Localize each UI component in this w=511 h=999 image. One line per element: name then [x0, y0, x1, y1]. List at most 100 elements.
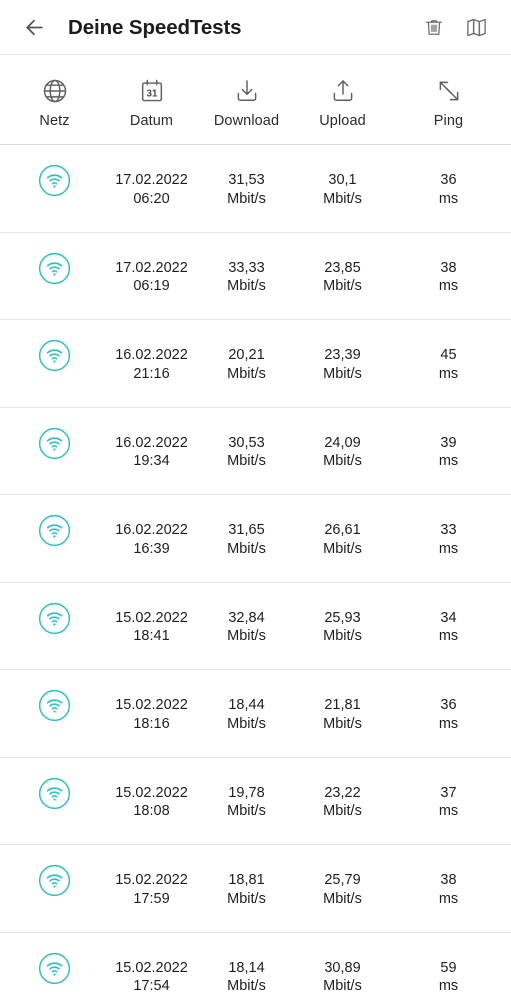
cell-upload: 23,39 Mbit/s — [299, 320, 386, 383]
row-download-unit: Mbit/s — [227, 190, 266, 207]
row-upload-unit: Mbit/s — [323, 803, 362, 820]
cell-network — [0, 145, 109, 197]
cell-download: 33,33 Mbit/s — [194, 233, 299, 296]
cell-upload: 30,1 Mbit/s — [299, 145, 386, 208]
row-download-unit: Mbit/s — [227, 278, 266, 295]
table-row[interactable]: 15.02.2022 18:16 18,44 Mbit/s 21,81 Mbit… — [0, 670, 511, 758]
row-upload-value: 23,39 — [324, 347, 361, 363]
map-button[interactable] — [455, 7, 497, 49]
row-upload-value: 26,61 — [324, 522, 361, 538]
cell-ping: 33 ms — [386, 495, 511, 558]
row-download-value: 30,53 — [228, 434, 265, 451]
column-label-download: Download — [213, 113, 280, 129]
row-download-unit: Mbit/s — [227, 628, 266, 645]
row-ping-unit: ms — [438, 890, 459, 907]
row-upload-unit: Mbit/s — [323, 365, 362, 382]
row-date: 16.02.2022 — [115, 434, 188, 451]
table-row[interactable]: 15.02.2022 17:54 18,14 Mbit/s 30,89 Mbit… — [0, 932, 511, 999]
row-ping-value: 39 — [440, 434, 457, 451]
column-header-upload[interactable]: Upload — [299, 55, 386, 145]
delete-button[interactable] — [413, 7, 455, 49]
wifi-icon — [38, 164, 71, 197]
wifi-icon — [38, 339, 71, 372]
cell-ping: 37 ms — [386, 758, 511, 821]
row-ping-value: 45 — [440, 347, 457, 363]
row-download-unit: Mbit/s — [227, 365, 266, 382]
row-download-value: 18,14 — [228, 959, 265, 976]
table-row[interactable]: 15.02.2022 18:08 19,78 Mbit/s 23,22 Mbit… — [0, 757, 511, 845]
table-row[interactable]: 17.02.2022 06:20 31,53 Mbit/s 30,1 Mbit/… — [0, 145, 511, 233]
row-download-value: 18,44 — [228, 697, 265, 713]
download-icon — [233, 75, 261, 105]
ping-arrows-icon — [435, 75, 463, 105]
wifi-icon — [38, 427, 71, 460]
column-header-download[interactable]: Download — [194, 55, 299, 145]
row-ping-value: 37 — [440, 784, 457, 801]
row-ping-unit: ms — [438, 190, 459, 207]
cell-date: 15.02.2022 17:59 — [109, 845, 194, 908]
cell-network — [0, 845, 109, 897]
table-row[interactable]: 16.02.2022 16:39 31,65 Mbit/s 26,61 Mbit… — [0, 495, 511, 583]
cell-ping: 36 ms — [386, 145, 511, 208]
row-upload-unit: Mbit/s — [323, 190, 362, 207]
row-upload-unit: Mbit/s — [323, 715, 362, 732]
table-row[interactable]: 16.02.2022 21:16 20,21 Mbit/s 23,39 Mbit… — [0, 320, 511, 408]
cell-upload: 25,93 Mbit/s — [299, 583, 386, 646]
row-upload-unit: Mbit/s — [323, 278, 362, 295]
row-upload-unit: Mbit/s — [323, 890, 362, 907]
wifi-icon — [38, 514, 71, 547]
column-header-netz[interactable]: Netz — [0, 55, 109, 145]
cell-ping: 34 ms — [386, 583, 511, 646]
cell-ping: 45 ms — [386, 320, 511, 383]
table-row[interactable]: 16.02.2022 19:34 30,53 Mbit/s 24,09 Mbit… — [0, 407, 511, 495]
cell-download: 19,78 Mbit/s — [194, 758, 299, 821]
cell-ping: 59 ms — [386, 933, 511, 996]
app-title-bar: Deine SpeedTests — [0, 0, 511, 55]
cell-upload: 21,81 Mbit/s — [299, 670, 386, 733]
column-header-datum[interactable]: 31 Datum — [109, 55, 194, 145]
row-time: 18:08 — [133, 803, 170, 820]
cell-date: 15.02.2022 18:08 — [109, 758, 194, 821]
column-label-ping: Ping — [433, 113, 464, 129]
cell-date: 17.02.2022 06:19 — [109, 233, 194, 296]
row-ping-value: 38 — [440, 872, 457, 888]
row-ping-unit: ms — [438, 278, 459, 295]
cell-upload: 26,61 Mbit/s — [299, 495, 386, 558]
map-icon — [466, 18, 486, 37]
cell-network — [0, 233, 109, 285]
table-row[interactable]: 17.02.2022 06:19 33,33 Mbit/s 23,85 Mbit… — [0, 232, 511, 320]
row-time: 06:19 — [133, 278, 170, 295]
column-label-netz: Netz — [39, 113, 70, 129]
row-upload-unit: Mbit/s — [323, 978, 362, 995]
cell-date: 16.02.2022 16:39 — [109, 495, 194, 558]
column-label-upload: Upload — [319, 113, 366, 129]
cell-download: 18,81 Mbit/s — [194, 845, 299, 908]
wifi-icon — [38, 952, 71, 985]
cell-download: 31,65 Mbit/s — [194, 495, 299, 558]
row-time: 17:59 — [133, 890, 170, 907]
cell-date: 16.02.2022 21:16 — [109, 320, 194, 383]
row-ping-value: 33 — [440, 522, 457, 538]
row-download-value: 32,84 — [228, 609, 265, 626]
back-button[interactable] — [14, 8, 54, 48]
row-download-unit: Mbit/s — [227, 540, 266, 557]
column-header-ping[interactable]: Ping — [386, 55, 511, 145]
cell-date: 16.02.2022 19:34 — [109, 408, 194, 471]
speedtest-history-screen: Deine SpeedTests Netz 31 Datum Download … — [0, 0, 511, 999]
svg-text:31: 31 — [146, 88, 157, 99]
cell-ping: 36 ms — [386, 670, 511, 733]
cell-download: 20,21 Mbit/s — [194, 320, 299, 383]
wifi-icon — [38, 689, 71, 722]
row-ping-unit: ms — [438, 365, 459, 382]
table-row[interactable]: 15.02.2022 18:41 32,84 Mbit/s 25,93 Mbit… — [0, 582, 511, 670]
wifi-icon — [38, 777, 71, 810]
row-ping-value: 36 — [440, 172, 457, 188]
row-ping-unit: ms — [438, 978, 459, 995]
row-upload-value: 21,81 — [324, 697, 361, 713]
row-time: 17:54 — [133, 978, 170, 995]
table-row[interactable]: 15.02.2022 17:59 18,81 Mbit/s 25,79 Mbit… — [0, 845, 511, 933]
column-label-datum: Datum — [129, 113, 174, 129]
cell-upload: 30,89 Mbit/s — [299, 933, 386, 996]
trash-icon — [426, 20, 442, 35]
column-header-bar: Netz 31 Datum Download Upload Ping — [0, 55, 511, 145]
